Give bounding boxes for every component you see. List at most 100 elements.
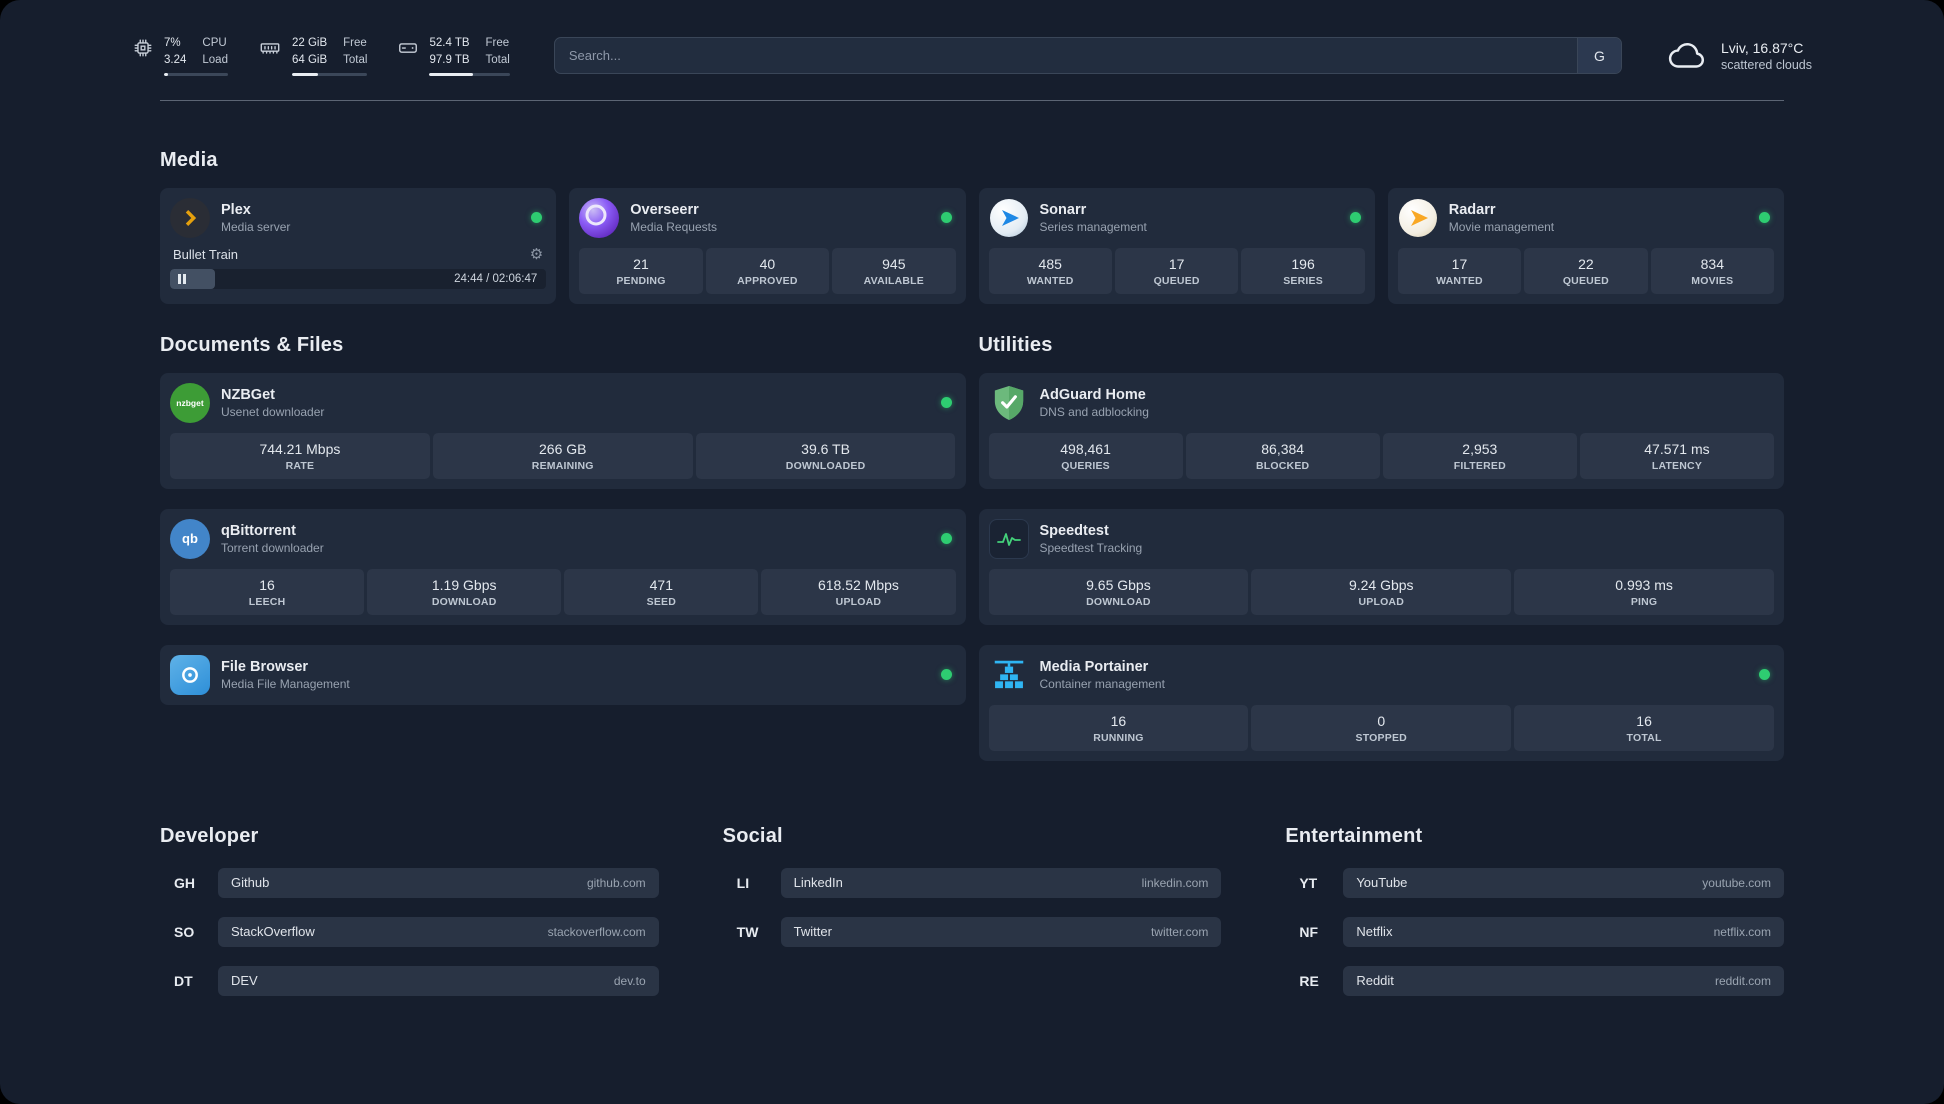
- stat-box: 16 RUNNING: [988, 704, 1249, 751]
- stat-box: 196 SERIES: [1241, 247, 1365, 294]
- stat-box: 1.19 Gbps DOWNLOAD: [367, 568, 562, 615]
- stat-label: TOTAL: [1626, 731, 1662, 744]
- stat-value: 16: [1636, 712, 1652, 729]
- speedtest-card[interactable]: Speedtest Speedtest Tracking 9.65 Gbps D…: [978, 508, 1784, 625]
- cpu-chip-icon: [132, 37, 154, 59]
- status-dot: [531, 212, 543, 224]
- stat-value: 1.19 Gbps: [431, 576, 497, 593]
- bookmark-abbr: YT: [1299, 874, 1318, 891]
- bookmark-github[interactable]: GH Github github.com: [160, 867, 659, 898]
- search-provider-button[interactable]: G: [1576, 38, 1621, 74]
- stat-box: 16 TOTAL: [1514, 704, 1774, 751]
- qbittorrent-icon: qb: [170, 518, 210, 559]
- playback-progress-fill: [170, 268, 216, 289]
- header-divider: [160, 99, 1784, 101]
- bookmark-youtube[interactable]: YT YouTube youtube.com: [1285, 867, 1784, 898]
- filebrowser-card[interactable]: File Browser Media File Management: [160, 644, 966, 705]
- stat-value: 17: [1451, 255, 1468, 272]
- bookmark-netflix[interactable]: NF Netflix netflix.com: [1285, 916, 1784, 947]
- disk-progress-fill: [429, 72, 473, 76]
- stat-value: 471: [649, 576, 673, 593]
- bookmark-abbr: LI: [736, 874, 750, 891]
- radarr-card[interactable]: Radarr Movie management 17 WANTED 22 QUE…: [1387, 187, 1784, 304]
- disk-widget: 52.4 TB 97.9 TB Free Total: [397, 36, 510, 76]
- memory-icon: [258, 37, 282, 59]
- stat-value: 266 GB: [539, 440, 587, 457]
- bookmarks-developer: Developer GH Github github.com SO StackO…: [160, 825, 659, 1015]
- stat-label: PENDING: [616, 274, 666, 287]
- filebrowser-icon: [170, 654, 210, 695]
- stat-label: WANTED: [1026, 274, 1074, 287]
- section-documents: Documents & Files nzbget NZBGet Usenet d…: [160, 334, 966, 761]
- stat-label: SEED: [646, 595, 677, 608]
- stat-box: 47.571 ms LATENCY: [1579, 432, 1774, 479]
- service-name: Speedtest: [1039, 522, 1109, 539]
- disk-free: 52.4 TB: [429, 37, 470, 49]
- stat-label: APPROVED: [737, 274, 798, 287]
- stat-box: 0.993 ms PING: [1514, 568, 1774, 615]
- gear-icon[interactable]: ⚙: [530, 247, 543, 262]
- stat-value: 9.24 Gbps: [1348, 576, 1414, 593]
- bookmark-name: Github: [231, 875, 270, 891]
- search-input[interactable]: [553, 37, 1622, 75]
- bookmark-url: youtube.com: [1702, 875, 1771, 890]
- stat-label: QUERIES: [1061, 459, 1110, 472]
- nzbget-card[interactable]: nzbget NZBGet Usenet downloader 744.21 M…: [160, 372, 966, 489]
- memory-progress-track: [291, 72, 368, 76]
- portainer-card[interactable]: Media Portainer Container management 16 …: [978, 644, 1784, 761]
- bookmark-stackoverflow[interactable]: SO StackOverflow stackoverflow.com: [160, 916, 659, 947]
- stat-label: DOWNLOAD: [431, 595, 497, 608]
- stat-value: 9.65 Gbps: [1086, 576, 1151, 593]
- bookmark-reddit[interactable]: RE Reddit reddit.com: [1285, 965, 1784, 996]
- qbittorrent-card[interactable]: qb qBittorrent Torrent downloader 16 LEE…: [160, 508, 966, 625]
- stat-value: 16: [259, 576, 275, 593]
- bookmark-abbr: RE: [1299, 972, 1319, 989]
- bookmark-linkedin[interactable]: LI LinkedIn linkedin.com: [723, 867, 1222, 898]
- disk-icon: [397, 37, 419, 59]
- bookmark-name: Reddit: [1356, 973, 1394, 989]
- service-name: Overseerr: [630, 201, 699, 218]
- plex-card[interactable]: Plex Media server Bullet Train ⚙ 24:44 /…: [160, 187, 557, 304]
- bookmarks-social: Social LI LinkedIn linkedin.com TW Twitt…: [723, 825, 1222, 1015]
- overseerr-card[interactable]: Overseerr Media Requests 21 PENDING 40 A…: [569, 187, 966, 304]
- bookmark-url: reddit.com: [1714, 973, 1771, 988]
- media-card-row: Plex Media server Bullet Train ⚙ 24:44 /…: [160, 187, 1784, 304]
- cpu-load: 3.24: [164, 53, 187, 66]
- bookmark-dev[interactable]: DT DEV dev.to: [160, 965, 659, 996]
- stat-box: 9.24 Gbps UPLOAD: [1251, 568, 1512, 615]
- stat-value: 485: [1038, 255, 1062, 272]
- bookmark-twitter[interactable]: TW Twitter twitter.com: [723, 916, 1222, 947]
- service-subtitle: Media server: [221, 219, 291, 234]
- adguard-card[interactable]: AdGuard Home DNS and adblocking 498,461 …: [978, 372, 1784, 489]
- stat-box: 86,384 BLOCKED: [1185, 432, 1380, 479]
- cpu-widget: 7% 3.24 CPU Load: [132, 36, 228, 76]
- memory-widget: 22 GiB 64 GiB Free Total: [258, 36, 368, 76]
- bookmark-abbr: SO: [174, 923, 195, 940]
- cpu-label: CPU: [202, 37, 227, 49]
- service-subtitle: Usenet downloader: [221, 404, 325, 419]
- stat-value: 86,384: [1261, 440, 1305, 457]
- weather-widget: Lviv, 16.87°C scattered clouds: [1666, 40, 1812, 72]
- stat-box: 471 SEED: [564, 568, 759, 615]
- disk-progress-track: [429, 72, 510, 76]
- stat-label: MOVIES: [1691, 274, 1734, 287]
- radarr-icon: [1398, 198, 1438, 238]
- portainer-crane-icon: [989, 655, 1029, 695]
- pause-button[interactable]: [178, 273, 186, 284]
- stat-box: 21 PENDING: [579, 247, 703, 294]
- playback-time: 24:44 / 02:06:47: [454, 272, 538, 285]
- disk-free-label: Free: [485, 37, 510, 49]
- stat-label: PING: [1630, 595, 1658, 608]
- stat-box: 618.52 Mbps UPLOAD: [761, 568, 956, 615]
- sonarr-card[interactable]: Sonarr Series management 485 WANTED 17 Q…: [978, 187, 1375, 304]
- stat-box: 2,953 FILTERED: [1382, 432, 1577, 479]
- stat-box: 834 MOVIES: [1650, 247, 1775, 294]
- stat-label: UPLOAD: [1358, 595, 1405, 608]
- service-name: Plex: [221, 201, 251, 218]
- status-dot: [940, 212, 952, 224]
- cpu-percent: 7%: [164, 37, 181, 49]
- speedtest-graph-icon: [988, 518, 1029, 559]
- nzbget-icon: nzbget: [170, 382, 210, 423]
- bookmark-name: StackOverflow: [231, 924, 315, 940]
- stat-label: RUNNING: [1093, 731, 1144, 744]
